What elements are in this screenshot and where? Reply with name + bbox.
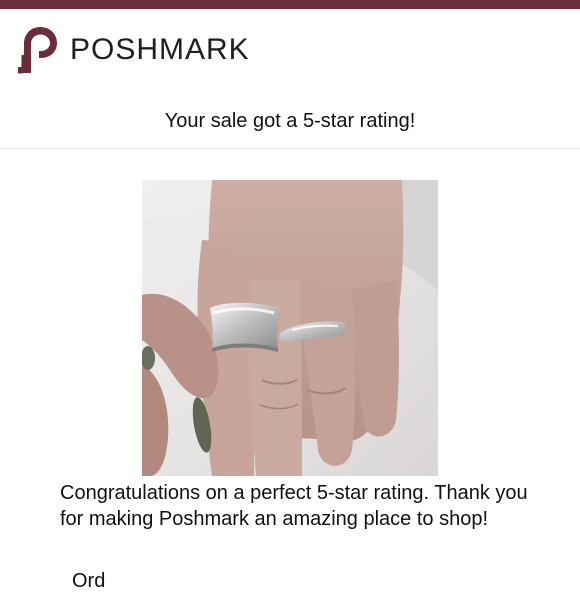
truncated-next-line: Ord (72, 570, 106, 592)
header-divider (0, 148, 580, 149)
header: POSHMARK (16, 25, 250, 75)
email-subject-line: Your sale got a 5-star rating! (164, 110, 416, 132)
top-accent-bar (0, 0, 580, 9)
brand-wordmark: POSHMARK (70, 33, 250, 66)
product-photo[interactable] (142, 180, 438, 476)
poshmark-logo-icon[interactable] (16, 25, 60, 75)
congratulations-message: Congratulations on a perfect 5-star rati… (60, 482, 528, 530)
